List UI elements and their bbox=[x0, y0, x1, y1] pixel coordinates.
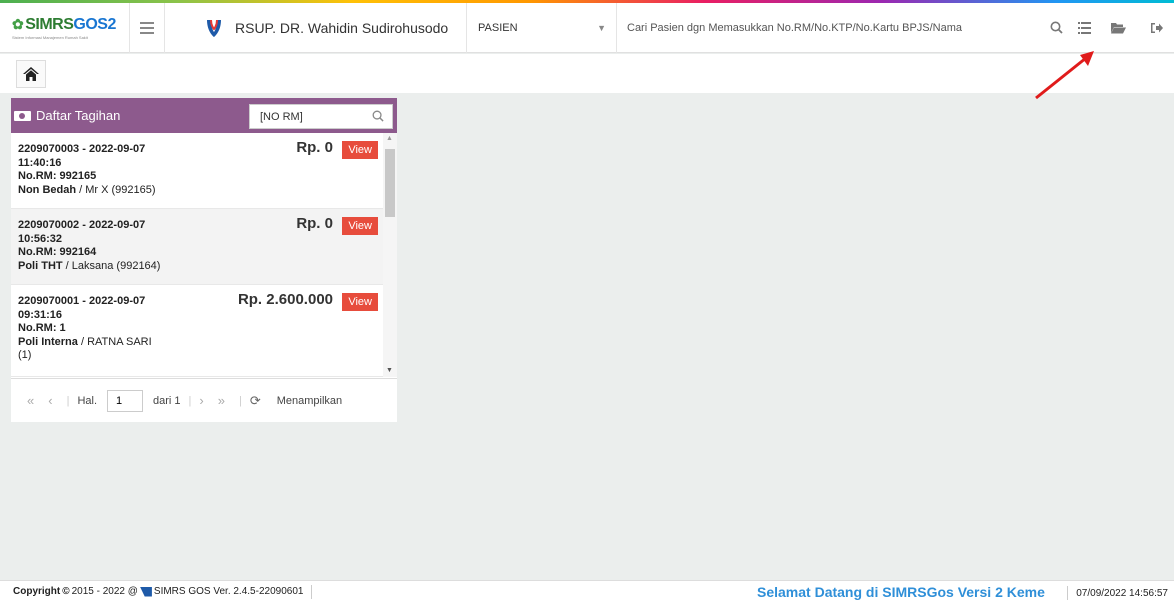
copyright: Copyright © 2015 - 2022 @ SIMRS GOS Ver.… bbox=[0, 584, 313, 599]
hospital-name: RSUP. DR. Wahidin Sudirohusodo bbox=[235, 19, 449, 36]
bill-patient-id: (1) bbox=[18, 349, 32, 361]
first-page-icon[interactable]: « bbox=[27, 393, 34, 408]
scroll-up-icon[interactable]: ▲ bbox=[386, 135, 393, 142]
panel-header: Daftar Tagihan bbox=[11, 98, 397, 133]
breadcrumb-bar bbox=[0, 54, 1174, 93]
bill-item[interactable]: 2209070001 - 2022-09-07 09:31:16 No.RM: … bbox=[11, 285, 383, 377]
list-scrollbar[interactable]: ▲ ▼ bbox=[383, 133, 397, 377]
search-type-value: PASIEN bbox=[478, 21, 518, 34]
scroll-thumb[interactable] bbox=[385, 149, 395, 217]
last-page-icon[interactable]: » bbox=[218, 393, 225, 408]
search-icon bbox=[1050, 21, 1063, 34]
refresh-icon[interactable]: ⟳ bbox=[250, 393, 261, 409]
copyright-icon: © bbox=[62, 586, 70, 597]
list-button[interactable] bbox=[1070, 3, 1098, 53]
logo-people-icon: ✿ bbox=[12, 16, 24, 32]
prev-page-icon[interactable]: ‹ bbox=[48, 393, 52, 408]
home-button[interactable] bbox=[16, 60, 46, 88]
panel-title: Daftar Tagihan bbox=[36, 108, 121, 123]
bill-item[interactable]: 2209070002 - 2022-09-07 10:56:32 No.RM: … bbox=[11, 209, 383, 285]
top-navbar: ✿ SIMRS GOS2 Sistem Informasi Manajemen R… bbox=[0, 2, 1174, 53]
footer-datetime: 07/09/2022 14:56:57 bbox=[1067, 586, 1168, 600]
bill-list-panel: Daftar Tagihan 2209070003 - 2022-09-07 1… bbox=[11, 98, 397, 422]
scroll-down-icon[interactable]: ▼ bbox=[386, 367, 393, 374]
app-logo[interactable]: ✿ SIMRS GOS2 Sistem Informasi Manajemen R… bbox=[0, 2, 130, 53]
page-number-input[interactable] bbox=[107, 389, 143, 412]
view-button[interactable]: View bbox=[342, 141, 378, 159]
divider bbox=[1067, 586, 1069, 600]
bill-rm: No.RM: 992165 bbox=[18, 170, 97, 182]
divider bbox=[311, 584, 313, 599]
footer: Copyright © 2015 - 2022 @ SIMRS GOS Ver.… bbox=[0, 580, 1174, 602]
menu-icon bbox=[140, 21, 154, 34]
bill-amount: Rp. 2.600.000 bbox=[237, 291, 333, 308]
bill-amount: Rp. 0 bbox=[296, 215, 333, 232]
page-total: dari 1 bbox=[153, 394, 181, 407]
bill-time: 11:40:16 bbox=[18, 156, 62, 169]
logo-tagline: Sistem Informasi Manajemen Rumah Sakit bbox=[12, 34, 88, 40]
hospital-info: RSUP. DR. Wahidin Sudirohusodo bbox=[165, 2, 467, 53]
divider: | bbox=[238, 394, 242, 407]
bill-list: 2209070003 - 2022-09-07 11:40:16 No.RM: … bbox=[11, 133, 397, 377]
search-button[interactable] bbox=[1042, 3, 1070, 53]
search-icon[interactable] bbox=[372, 110, 384, 122]
bill-unit-patient: Poli THT / Laksana (992164) bbox=[18, 259, 161, 272]
hospital-logo-icon bbox=[207, 19, 221, 37]
view-button[interactable]: View bbox=[342, 217, 378, 235]
patient-search-input[interactable] bbox=[627, 21, 987, 34]
view-button[interactable]: View bbox=[342, 293, 378, 311]
money-icon bbox=[14, 110, 31, 121]
page-label: Hal. bbox=[77, 394, 97, 407]
welcome-marquee: Selamat Datang di SIMRSGos Versi 2 Keme bbox=[757, 584, 1045, 600]
caret-down-icon: ▼ bbox=[597, 22, 606, 33]
bill-unit-patient: Non Bedah / Mr X (992165) bbox=[18, 183, 156, 196]
rm-search-input[interactable] bbox=[260, 110, 360, 123]
divider: | bbox=[188, 394, 192, 407]
gos-logo-icon bbox=[139, 586, 152, 597]
next-page-icon[interactable]: › bbox=[199, 393, 203, 408]
app-version: SIMRS GOS Ver. 2.4.5-22090601 bbox=[153, 586, 304, 597]
bill-time: 10:56:32 bbox=[18, 232, 63, 245]
logout-button[interactable] bbox=[1138, 3, 1174, 53]
list-icon bbox=[1077, 21, 1091, 34]
divider: | bbox=[66, 394, 70, 407]
search-type-select[interactable]: PASIEN ▼ bbox=[467, 2, 617, 53]
rm-search-box bbox=[249, 104, 393, 129]
display-info: Menampilkan bbox=[276, 394, 343, 407]
bill-unit-patient: Poli Interna / RATNA SARI bbox=[18, 335, 152, 348]
folder-open-icon bbox=[1110, 22, 1126, 33]
pagination-bar: « ‹ | Hal. dari 1 | › » | ⟳ Menampilkan bbox=[11, 378, 397, 422]
bill-item[interactable]: 2209070003 - 2022-09-07 11:40:16 No.RM: … bbox=[11, 133, 383, 209]
home-icon bbox=[23, 67, 39, 81]
menu-toggle-button[interactable] bbox=[130, 2, 165, 53]
bill-rm: No.RM: 992164 bbox=[18, 246, 97, 258]
bill-time: 09:31:16 bbox=[18, 308, 63, 321]
open-folder-button[interactable] bbox=[1098, 3, 1138, 53]
top-icons bbox=[1042, 3, 1174, 53]
bill-amount: Rp. 0 bbox=[296, 139, 333, 156]
patient-search-bar bbox=[617, 3, 1042, 53]
logout-icon bbox=[1150, 22, 1163, 33]
bill-rm: No.RM: 1 bbox=[18, 322, 66, 334]
